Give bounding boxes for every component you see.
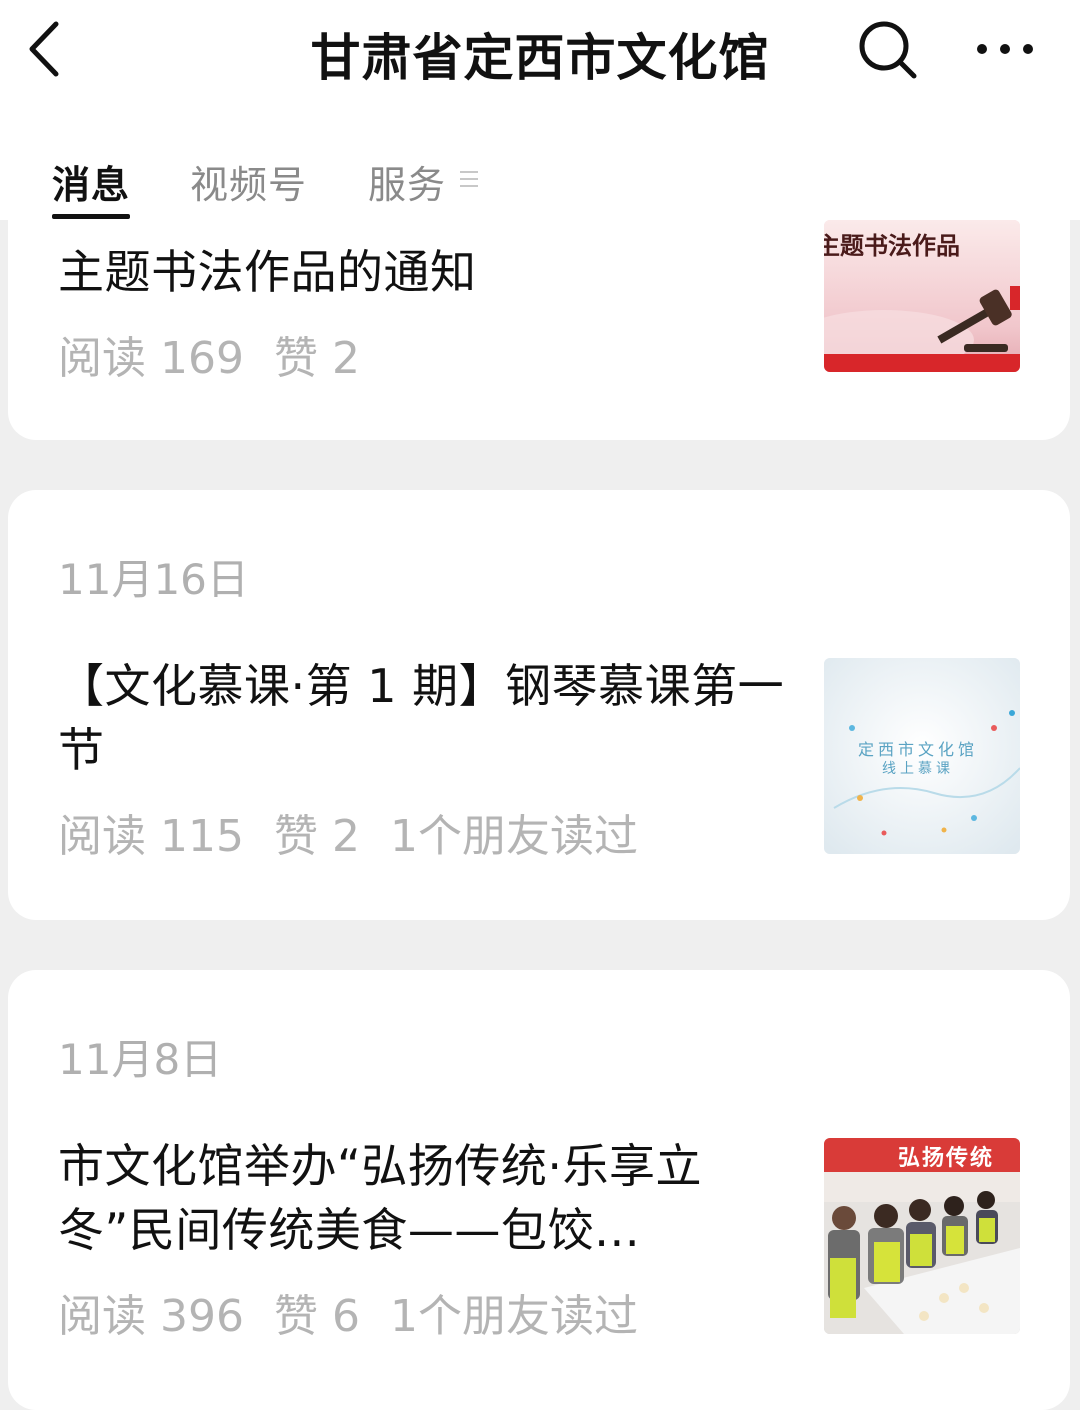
like-count: 赞 2 [273, 333, 360, 384]
like-count: 赞 6 [273, 1291, 360, 1342]
article-card[interactable]: 11月8日 市文化馆举办“弘扬传统·乐享立冬”民间传统美食——包饺… 阅读 39… [8, 970, 1070, 1410]
read-count: 阅读 396 [58, 1291, 244, 1342]
more-button[interactable] [970, 24, 1040, 74]
article-meta: 阅读 396 赞 6 1个朋友读过 [58, 1280, 668, 1344]
tab-bar: 消息 视频号 服务 [0, 140, 1080, 220]
menu-lines-icon [460, 171, 478, 187]
tab-video[interactable]: 视频号 [190, 154, 307, 209]
article-thumbnail: 弘扬传统 [824, 1138, 1020, 1334]
thumbnail-caption: 定西市文化馆 [858, 740, 979, 759]
read-count: 阅读 115 [58, 811, 244, 862]
search-button[interactable] [852, 14, 922, 84]
nav-bar: 甘肃省定西市文化馆 [0, 0, 1080, 100]
like-count: 赞 2 [273, 811, 360, 862]
article-title: 市文化馆举办“弘扬传统·乐享立冬”民间传统美食——包饺… [58, 1139, 702, 1257]
thumbnail-caption: 主题书法作品 [824, 231, 960, 260]
article-meta: 阅读 115 赞 2 1个朋友读过 [58, 800, 668, 864]
article-card[interactable]: 11月16日 【文化慕课·第 1 期】钢琴慕课第一节 阅读 115 赞 2 1个朋友… [8, 490, 1070, 920]
thumbnail-subcaption: 线上慕课 [882, 761, 954, 777]
tab-services[interactable]: 服务 [368, 154, 446, 209]
friends-read: 1个朋友读过 [389, 1291, 638, 1342]
tab-messages[interactable]: 消息 [52, 154, 130, 209]
article-thumbnail: 定西市文化馆 线上慕课 [824, 658, 1020, 854]
article-date: 11月16日 [58, 555, 249, 604]
active-tab-indicator [52, 214, 130, 219]
read-count: 阅读 169 [58, 333, 244, 384]
article-meta: 阅读 169 赞 2 [58, 322, 390, 386]
header: 甘肃省定西市文化馆 消息 视频号 服务 [0, 0, 1080, 220]
article-title: 【文化慕课·第 1 期】钢琴慕课第一节 [58, 659, 785, 777]
friends-read: 1个朋友读过 [389, 811, 638, 862]
article-thumbnail: 主题书法作品 [824, 220, 1020, 372]
article-date: 11月8日 [58, 1035, 223, 1084]
article-title: 主题书法作品的通知 [58, 245, 477, 299]
more-dots-icon [977, 44, 1033, 54]
search-icon [859, 21, 917, 79]
thumbnail-caption: 弘扬传统 [898, 1146, 995, 1171]
